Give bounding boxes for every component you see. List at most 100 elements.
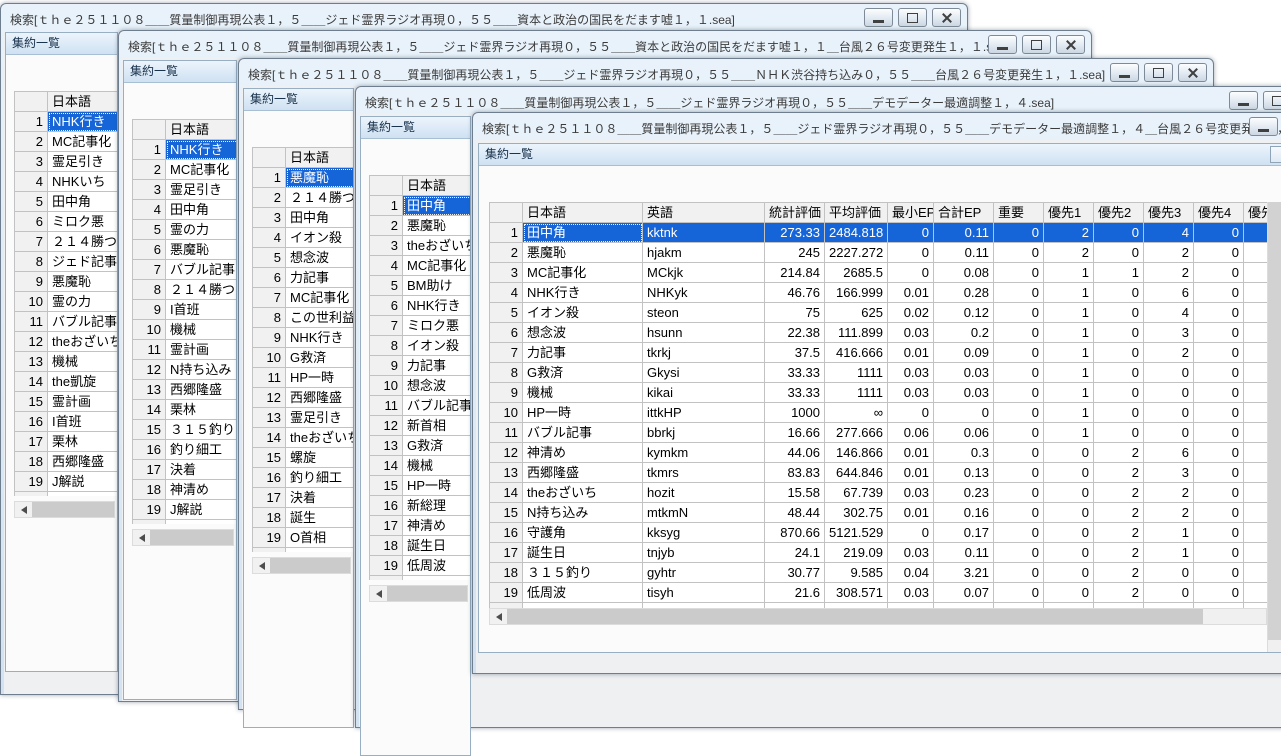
row-number[interactable]: 8 [133, 280, 166, 300]
row-number[interactable]: 18 [490, 563, 523, 583]
row-number[interactable]: 5 [253, 248, 286, 268]
cell[interactable]: 625 [825, 303, 888, 323]
cell[interactable] [1244, 323, 1268, 343]
cell[interactable]: 0 [1194, 243, 1244, 263]
cell[interactable]: 0 [994, 563, 1044, 583]
row-number[interactable]: 2 [490, 243, 523, 263]
maximize-button[interactable] [1263, 91, 1281, 110]
cell[interactable]: 1 [1044, 383, 1094, 403]
cell[interactable]: 0.06 [888, 423, 934, 443]
cell[interactable]: 30.77 [765, 563, 825, 583]
cell[interactable]: kymkm [643, 443, 765, 463]
cell-japanese[interactable]: 悪魔恥 [48, 272, 119, 292]
cell[interactable]: 2227.272 [825, 243, 888, 263]
cell[interactable]: 0.01 [888, 503, 934, 523]
cell[interactable]: ３１５釣り [523, 563, 643, 583]
row-number[interactable]: 9 [490, 383, 523, 403]
cell[interactable]: 3 [1144, 463, 1194, 483]
row-number[interactable]: 11 [133, 340, 166, 360]
cell[interactable]: 1 [1044, 403, 1094, 423]
cell[interactable]: 0.23 [934, 483, 994, 503]
cell-japanese[interactable]: 新首相 [403, 416, 472, 436]
cell[interactable] [1244, 563, 1268, 583]
cell[interactable]: 245 [765, 243, 825, 263]
cell[interactable] [1244, 263, 1268, 283]
minimize-button[interactable] [1229, 91, 1258, 110]
horizontal-scrollbar[interactable] [132, 529, 234, 546]
cell[interactable]: 0 [1044, 463, 1094, 483]
cell-japanese[interactable]: イオン殺 [403, 336, 472, 356]
close-button[interactable] [932, 8, 961, 27]
cell[interactable]: 16.66 [765, 423, 825, 443]
cell[interactable]: 2685.5 [825, 263, 888, 283]
row-number[interactable]: 7 [370, 316, 403, 336]
cell[interactable]: 0 [1194, 343, 1244, 363]
cell[interactable]: バブル記事 [523, 423, 643, 443]
cell-japanese[interactable]: 神清め [166, 480, 238, 500]
cell[interactable]: 2 [1144, 503, 1194, 523]
cell[interactable]: 0 [994, 483, 1044, 503]
row-number[interactable]: 5 [133, 220, 166, 240]
cell[interactable]: 0 [994, 543, 1044, 563]
row-number[interactable]: 19 [133, 500, 166, 520]
cell-japanese[interactable]: 力記事 [403, 356, 472, 376]
cell[interactable]: 644.846 [825, 463, 888, 483]
scroll-left-button[interactable] [253, 558, 270, 573]
cell[interactable]: 0 [1194, 383, 1244, 403]
cell-japanese[interactable]: 栗林 [48, 432, 119, 452]
cell-japanese[interactable]: バブル記事 [403, 396, 472, 416]
titlebar[interactable]: 検索[ｔｈｅ２５１１０８＿＿質量制御再現公表１，５＿＿ジェド霊界ラジオ再現０，５… [356, 87, 1281, 114]
cell-japanese[interactable]: O首相 [286, 528, 355, 548]
cell-japanese[interactable]: バブル記事 [166, 260, 238, 280]
cell[interactable]: 1 [1094, 263, 1144, 283]
cell[interactable]: 0 [1044, 523, 1094, 543]
titlebar[interactable]: 検索[ｔｈｅ２５１１０８＿＿質量制御再現公表１，５＿＿ジェド霊界ラジオ再現０，５… [473, 113, 1281, 140]
cell-japanese[interactable]: 釣り細工 [166, 440, 238, 460]
cell[interactable]: 0.01 [888, 343, 934, 363]
row-number[interactable]: 14 [133, 400, 166, 420]
maximize-button[interactable] [1022, 35, 1051, 54]
row-number[interactable]: 3 [15, 152, 48, 172]
cell[interactable]: 6 [1144, 283, 1194, 303]
cell[interactable]: 0 [994, 243, 1044, 263]
cell[interactable] [1244, 463, 1268, 483]
cell[interactable]: 0 [1194, 583, 1244, 603]
cell[interactable]: 0 [994, 503, 1044, 523]
cell[interactable] [1244, 223, 1268, 243]
cell[interactable]: 0 [1144, 403, 1194, 423]
window-search-5[interactable]: 検索[ｔｈｅ２５１１０８＿＿質量制御再現公表１，５＿＿ジェド霊界ラジオ再現０，５… [472, 112, 1281, 674]
row-number[interactable]: 19 [370, 556, 403, 576]
cell[interactable]: 22.38 [765, 323, 825, 343]
cell[interactable]: 0.13 [934, 463, 994, 483]
panel-titlebar[interactable]: 集約一覧 [6, 33, 117, 55]
row-number[interactable]: 16 [133, 440, 166, 460]
cell[interactable]: 166.999 [825, 283, 888, 303]
cell-japanese[interactable]: 想念波 [286, 248, 355, 268]
column-header[interactable]: 優先4 [1194, 203, 1244, 223]
cell-japanese[interactable]: G救済 [286, 348, 355, 368]
row-number[interactable]: 7 [490, 343, 523, 363]
row-number[interactable]: 8 [490, 363, 523, 383]
cell-japanese[interactable]: MC記事化 [48, 132, 119, 152]
cell[interactable]: 2 [1144, 243, 1194, 263]
cell-japanese[interactable] [286, 548, 355, 553]
scrollbar-thumb[interactable] [507, 609, 1203, 624]
cell[interactable]: 2 [1094, 563, 1144, 583]
column-header-japanese[interactable]: 日本語 [166, 120, 238, 140]
cell[interactable]: 1 [1144, 523, 1194, 543]
maximize-button[interactable] [898, 8, 927, 27]
cell-japanese[interactable]: 悪魔恥 [403, 216, 472, 236]
row-number[interactable]: 13 [253, 408, 286, 428]
cell-japanese[interactable]: 想念波 [403, 376, 472, 396]
cell[interactable]: ∞ [825, 403, 888, 423]
horizontal-scrollbar[interactable] [369, 585, 468, 602]
cell-japanese[interactable]: 霊の力 [48, 292, 119, 312]
row-number[interactable]: 18 [15, 452, 48, 472]
column-header-japanese[interactable]: 日本語 [286, 148, 355, 168]
cell[interactable]: hsunn [643, 323, 765, 343]
cell-japanese[interactable]: NHK行き [48, 112, 119, 132]
scrollbar-thumb[interactable] [270, 558, 350, 573]
cell[interactable]: 0 [888, 223, 934, 243]
cell[interactable]: 46.76 [765, 283, 825, 303]
cell[interactable]: 33.33 [765, 363, 825, 383]
